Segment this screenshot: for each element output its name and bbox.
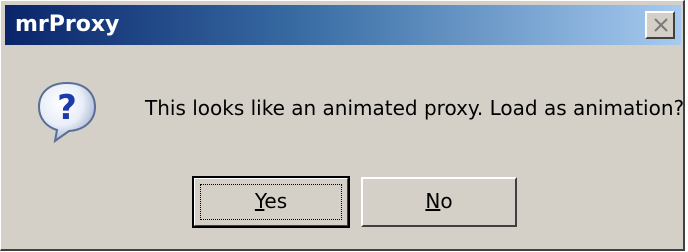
yes-mnemonic: Y	[254, 189, 265, 213]
no-button[interactable]: No	[361, 177, 517, 227]
close-button[interactable]	[645, 11, 675, 39]
yes-button[interactable]: Yes	[192, 176, 350, 228]
dialog-window: mrProxy ? This looks like an animated pr…	[0, 0, 685, 251]
close-icon	[654, 18, 668, 32]
dialog-message: This looks like an animated proxy. Load …	[145, 96, 685, 120]
no-mnemonic: N	[425, 189, 441, 213]
title-bar[interactable]: mrProxy	[5, 5, 681, 45]
window-title: mrProxy	[15, 12, 120, 37]
no-label: o	[440, 189, 453, 213]
question-glyph: ?	[57, 88, 77, 128]
yes-label: es	[264, 189, 288, 213]
question-icon: ?	[37, 81, 97, 143]
